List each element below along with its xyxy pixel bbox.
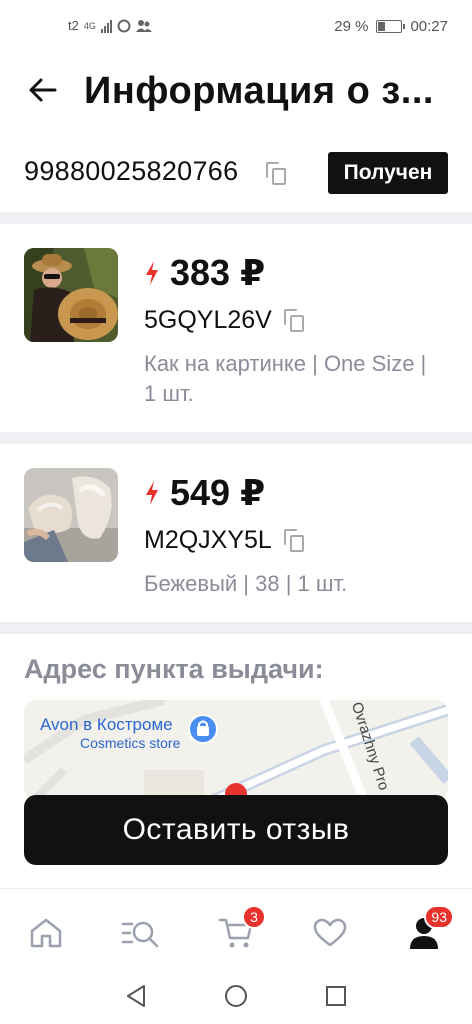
product-price: 383 ₽ <box>170 252 266 293</box>
nav-catalog-search[interactable] <box>120 913 160 953</box>
nav-home[interactable] <box>26 913 66 953</box>
system-home-button[interactable] <box>222 982 250 1010</box>
network-operator: t2 <box>68 18 79 33</box>
signal-icon <box>100 19 112 33</box>
copy-icon[interactable] <box>283 308 306 333</box>
battery-icon <box>376 20 406 33</box>
cart-badge: 3 <box>242 905 266 929</box>
nav-cart[interactable]: 3 <box>216 905 266 953</box>
system-navigation-bar <box>0 968 472 1024</box>
status-right: 29 % 00:27 <box>334 18 448 35</box>
product-item[interactable]: 383 ₽ 5GQYL26V Как на картинке | One Siz… <box>0 224 472 432</box>
status-badge: Получен <box>328 152 448 194</box>
product-image-sandals <box>24 468 118 562</box>
product-item[interactable]: 549 ₽ M2QJXY5L Бежевый | 38 | 1 шт. <box>0 444 472 622</box>
product-variant: Как на картинке | One Size | 1 шт. <box>144 351 427 406</box>
divider <box>0 622 472 634</box>
catalog-search-icon <box>121 921 159 948</box>
nav-favorites[interactable] <box>310 913 350 953</box>
copy-icon[interactable] <box>266 162 288 186</box>
product-variant: Бежевый | 38 | 1 шт. <box>144 571 348 596</box>
product-image[interactable] <box>24 248 118 342</box>
price-line: 383 ₽ <box>144 252 265 294</box>
chat-icon <box>117 19 131 32</box>
product-image[interactable] <box>24 468 118 562</box>
product-price: 549 ₽ <box>170 472 266 513</box>
page-title: Информация о з... <box>84 70 434 112</box>
pickup-map[interactable]: Avon в Костроме Cosmetics store Ovrazhny… <box>24 700 448 800</box>
back-button[interactable] <box>24 72 60 108</box>
arrow-left-icon <box>29 78 57 102</box>
leave-review-button[interactable]: Оставить отзыв <box>24 795 448 865</box>
profile-badge: 93 <box>424 905 454 929</box>
network-type: 4G <box>83 20 96 31</box>
home-icon <box>30 918 62 948</box>
heart-icon <box>313 918 347 947</box>
divider <box>0 432 472 444</box>
status-bar: t2 4G 29 % 00:27 <box>0 0 472 56</box>
system-back-button[interactable] <box>122 982 150 1010</box>
circle-home-icon <box>225 985 247 1007</box>
shopping-bag-pin-icon <box>188 714 218 744</box>
contacts-icon <box>135 19 152 32</box>
lightning-icon <box>146 481 158 505</box>
order-number: 99880025820766 <box>24 156 239 186</box>
map-place-category: Cosmetics store <box>80 735 181 751</box>
battery-percent: 29 % <box>334 18 369 35</box>
bottom-nav: 3 93 <box>0 888 472 968</box>
map-place-name: Avon в Костроме <box>40 715 173 734</box>
square-recents-icon <box>326 986 346 1006</box>
product-sku: M2QJXY5L <box>144 526 272 554</box>
order-row: 99880025820766 Получен <box>0 140 472 210</box>
system-recents-button[interactable] <box>322 982 350 1010</box>
clock: 00:27 <box>410 18 448 35</box>
product-image-hats <box>24 248 118 342</box>
map-place-label[interactable]: Avon в Костроме Cosmetics store <box>40 715 180 753</box>
price-line: 549 ₽ <box>144 472 265 514</box>
lightning-icon <box>146 261 158 285</box>
sku-line: 5GQYL26V <box>144 306 306 335</box>
copy-icon[interactable] <box>283 528 306 553</box>
header: Информация о з... <box>0 56 472 126</box>
triangle-back-icon <box>127 985 145 1007</box>
nav-profile[interactable]: 93 <box>404 905 454 953</box>
status-left: t2 4G <box>68 18 152 33</box>
product-sku: 5GQYL26V <box>144 306 272 334</box>
divider <box>0 212 472 224</box>
address-title: Адрес пункта выдачи: <box>24 654 324 684</box>
sku-line: M2QJXY5L <box>144 526 306 555</box>
